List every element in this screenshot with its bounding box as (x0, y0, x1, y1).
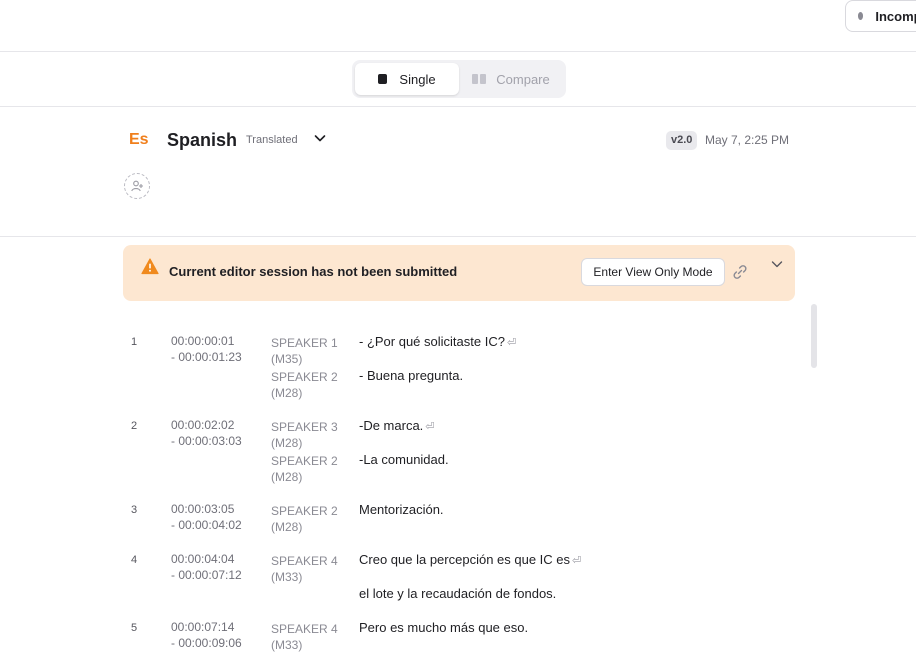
document-header: Es Spanish Translated v2.0 May 7, 2:25 P… (0, 107, 916, 237)
status-dot-icon (858, 12, 864, 20)
segment-end-time: - 00:00:07:12 (171, 568, 242, 582)
segment-text[interactable]: Mentorización. (359, 502, 444, 518)
segment-speaker[interactable]: SPEAKER 2 (271, 503, 338, 519)
enter-view-only-mode-button[interactable]: Enter View Only Mode (581, 258, 725, 286)
view-mode-toggle: Single Compare (352, 60, 566, 98)
single-view-icon (378, 74, 388, 84)
segment-speaker[interactable]: SPEAKER 2 (271, 369, 338, 385)
line-break-icon: ⏎ (425, 421, 435, 433)
segment-text[interactable]: -De marca. ⏎ (359, 418, 435, 435)
collapse-chevron-icon[interactable] (770, 257, 784, 271)
line-break-icon: ⏎ (506, 337, 517, 349)
segment-text[interactable]: - ¿Por qué solicitaste IC? ⏎ (359, 334, 516, 351)
segment-speaker[interactable]: SPEAKER 1 (271, 335, 338, 351)
segment-speaker[interactable]: SPEAKER 3 (271, 419, 338, 435)
language-name: Spanish (167, 130, 238, 150)
segment-speaker-id: (M28) (271, 470, 303, 484)
segment-text[interactable]: -La comunidad. (359, 452, 449, 468)
status-label: Incomplete (875, 8, 916, 24)
segment-index: 5 (131, 622, 138, 634)
segment-index: 1 (131, 336, 138, 348)
unsubmitted-session-banner: Current editor session has not been subm… (123, 245, 795, 301)
single-mode-label: Single (399, 71, 436, 87)
segment-speaker-id: (M28) (271, 386, 303, 400)
segment-index: 4 (131, 554, 138, 566)
compare-mode-label: Compare (496, 71, 550, 87)
segment-start-time: 00:00:04:04 (171, 552, 235, 566)
segment-end-time: - 00:00:03:03 (171, 434, 242, 448)
segment-speaker-id: (M33) (271, 570, 303, 584)
segment-start-time: 00:00:03:05 (171, 502, 235, 516)
top-bar: Incomplete (0, 0, 916, 52)
chevron-down-icon[interactable] (313, 131, 327, 145)
segment-speaker[interactable]: SPEAKER 4 (271, 621, 338, 637)
add-user-button[interactable] (124, 173, 150, 199)
version-badge: v2.0 (666, 131, 698, 150)
segment-start-time: 00:00:07:14 (171, 620, 235, 634)
segment-speaker[interactable]: SPEAKER 4 (271, 553, 338, 569)
segment-text[interactable]: - Buena pregunta. (359, 368, 463, 384)
segment-start-time: 00:00:02:02 (171, 418, 235, 432)
segment-text-content: -De marca. (359, 418, 424, 433)
translation-status: Translated (246, 134, 298, 146)
segment-speaker-id: (M35) (271, 352, 303, 366)
segment-text[interactable]: Pero es mucho más que eso. (359, 620, 528, 636)
scrollbar[interactable] (811, 304, 817, 368)
segment-text-content: Creo que la percepción es que IC es (359, 552, 571, 567)
compare-mode-button[interactable]: Compare (459, 63, 563, 95)
segment-text[interactable]: el lote y la recaudación de fondos. (359, 586, 556, 602)
version-timestamp: May 7, 2:25 PM (705, 133, 790, 147)
link-icon[interactable] (731, 263, 749, 281)
status-dropdown[interactable]: Incomplete (845, 0, 916, 32)
add-user-icon (131, 180, 143, 192)
segment-start-time: 00:00:00:01 (171, 334, 235, 348)
mode-bar: Single Compare (0, 52, 916, 107)
line-break-icon: ⏎ (572, 555, 582, 567)
segment-index: 3 (131, 504, 138, 516)
segment-index: 2 (131, 420, 138, 432)
compare-view-icon (472, 74, 487, 84)
segment-end-time: - 00:00:01:23 (171, 350, 242, 364)
segment-text-content: - ¿Por qué solicitaste IC? (359, 334, 505, 349)
segment-speaker[interactable]: SPEAKER 2 (271, 453, 338, 469)
warning-icon (141, 258, 159, 275)
segment-speaker-id: (M28) (271, 520, 303, 534)
language-code: Es (129, 131, 149, 148)
segment-end-time: - 00:00:09:06 (171, 636, 242, 650)
segment-end-time: - 00:00:04:02 (171, 518, 242, 532)
segment-speaker-id: (M33) (271, 638, 303, 652)
segment-text[interactable]: Creo que la percepción es que IC es ⏎ (359, 552, 581, 569)
single-mode-button[interactable]: Single (355, 63, 459, 95)
segment-speaker-id: (M28) (271, 436, 303, 450)
banner-message: Current editor session has not been subm… (169, 264, 458, 279)
